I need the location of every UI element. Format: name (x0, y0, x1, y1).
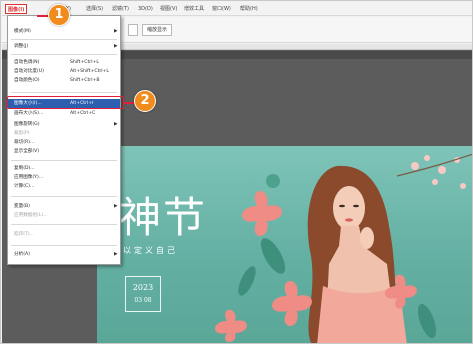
menu-item-label: 调整(J) (14, 44, 29, 49)
menu-separator (11, 224, 117, 225)
menu-3d[interactable]: 3D(D) (136, 4, 155, 14)
menu-item-label: 自动颜色(O) (14, 78, 40, 83)
menu-item-label: 裁切(R)... (14, 140, 35, 145)
menu-separator (11, 54, 117, 55)
menu-item-label: 变量(B) (14, 204, 30, 209)
menu-item-duplicate[interactable]: 复制(D)... (8, 164, 120, 173)
menu-item-trap: 陷印(T)... (8, 230, 120, 239)
menu-item-label: 复制(D)... (14, 166, 35, 171)
menu-item-label: 裁剪(P) (14, 131, 30, 136)
submenu-arrow-icon: ▶ (114, 252, 118, 257)
menu-separator (11, 196, 117, 197)
menu-plugins[interactable]: 增效工具 (182, 4, 206, 14)
menu-item-label: 模式(M) (14, 29, 31, 34)
menu-view[interactable]: 视图(V) (158, 4, 179, 14)
menu-item-auto-tone[interactable]: 自动色调(N) Shift+Ctrl+L (8, 58, 120, 67)
menu-item-shortcut: Alt+Shift+Ctrl+L (70, 69, 109, 74)
menu-item-shortcut: Shift+Ctrl+L (70, 60, 99, 65)
menu-separator (11, 160, 117, 161)
highlight-outline (7, 96, 124, 109)
artwork-date-box: 2023 03 08 (125, 276, 161, 312)
submenu-arrow-icon: ▶ (114, 122, 118, 127)
submenu-arrow-icon: ▶ (114, 44, 118, 49)
menu-item-shortcut: Shift+Ctrl+B (70, 78, 100, 83)
menu-item-image-rotation[interactable]: 图像旋转(G) ▶ (8, 120, 120, 129)
menu-image[interactable]: 图像(I) (5, 4, 28, 14)
menu-window[interactable]: 窗口(W) (210, 4, 233, 14)
menu-item-label: 自动色调(N) (14, 60, 40, 65)
menu-item-crop: 裁剪(P) (8, 129, 120, 138)
menu-item-adjustments[interactable]: 调整(J) ▶ (8, 42, 120, 51)
menu-item-label: 画布大小(S)... (14, 111, 44, 116)
menu-item-label: 陷印(T)... (14, 232, 34, 237)
menu-item-apply-data-set: 应用数据组(L)... (8, 211, 120, 220)
menu-item-variables[interactable]: 变量(B) ▶ (8, 202, 120, 211)
menu-item-label: 应用数据组(L)... (14, 213, 48, 218)
artwork-subtitle: 以定义自己 (123, 246, 178, 255)
menu-help[interactable]: 帮助(H) (238, 4, 260, 14)
submenu-arrow-icon: ▶ (114, 29, 118, 34)
menu-item-label: 自动对比度(U) (14, 69, 44, 74)
app-window: 图像(I) (Y) 选择(S) 滤镜(T) 3D(D) 视图(V) 增效工具 窗… (0, 0, 473, 344)
document-canvas[interactable]: 神节 以定义自己 2023 03 08 (97, 146, 472, 343)
menu-separator (11, 39, 117, 40)
menu-item-label: 显示全部(V) (14, 149, 40, 154)
artwork-day: 03 08 (134, 297, 152, 304)
menu-item-label: 计算(C)... (14, 184, 35, 189)
menu-item-calculations[interactable]: 计算(C)... (8, 182, 120, 191)
image-menu-dropdown: 模式(M) ▶ 调整(J) ▶ 自动色调(N) Shift+Ctrl+L 自动对… (7, 15, 121, 265)
menu-separator (11, 245, 117, 246)
menu-bar: 图像(I) (Y) 选择(S) 滤镜(T) 3D(D) 视图(V) 增效工具 窗… (2, 2, 472, 16)
menu-item-apply-image[interactable]: 应用图像(Y)... (8, 173, 120, 182)
step-1-badge: 1 (48, 4, 70, 26)
submenu-arrow-icon: ▶ (114, 204, 118, 209)
menu-item-shortcut: Alt+Ctrl+C (70, 111, 96, 116)
artwork-year: 2023 (132, 283, 154, 292)
step-2-badge: 2 (134, 90, 156, 112)
menu-item-auto-color[interactable]: 自动颜色(O) Shift+Ctrl+B (8, 76, 120, 85)
menu-item-label: 图像旋转(G) (14, 122, 40, 127)
artwork-title: 神节 (119, 193, 208, 242)
menu-select[interactable]: 选择(S) (84, 4, 105, 14)
menu-item-auto-contrast[interactable]: 自动对比度(U) Alt+Shift+Ctrl+L (8, 67, 120, 76)
menu-item-reveal-all[interactable]: 显示全部(V) (8, 147, 120, 156)
menu-separator (11, 92, 117, 93)
fit-screen-button[interactable]: 缩放显示 (142, 24, 173, 36)
options-button-small[interactable] (128, 24, 138, 36)
menu-filter[interactable]: 滤镜(T) (110, 4, 131, 14)
menu-item-label: 分析(A) (14, 252, 30, 257)
menu-item-mode[interactable]: 模式(M) ▶ (8, 27, 120, 36)
menu-item-canvas-size[interactable]: 画布大小(S)... Alt+Ctrl+C (8, 109, 120, 118)
menu-item-analysis[interactable]: 分析(A) ▶ (8, 250, 120, 259)
menu-item-trim[interactable]: 裁切(R)... (8, 138, 120, 147)
menu-item-label: 应用图像(Y)... (14, 175, 44, 180)
